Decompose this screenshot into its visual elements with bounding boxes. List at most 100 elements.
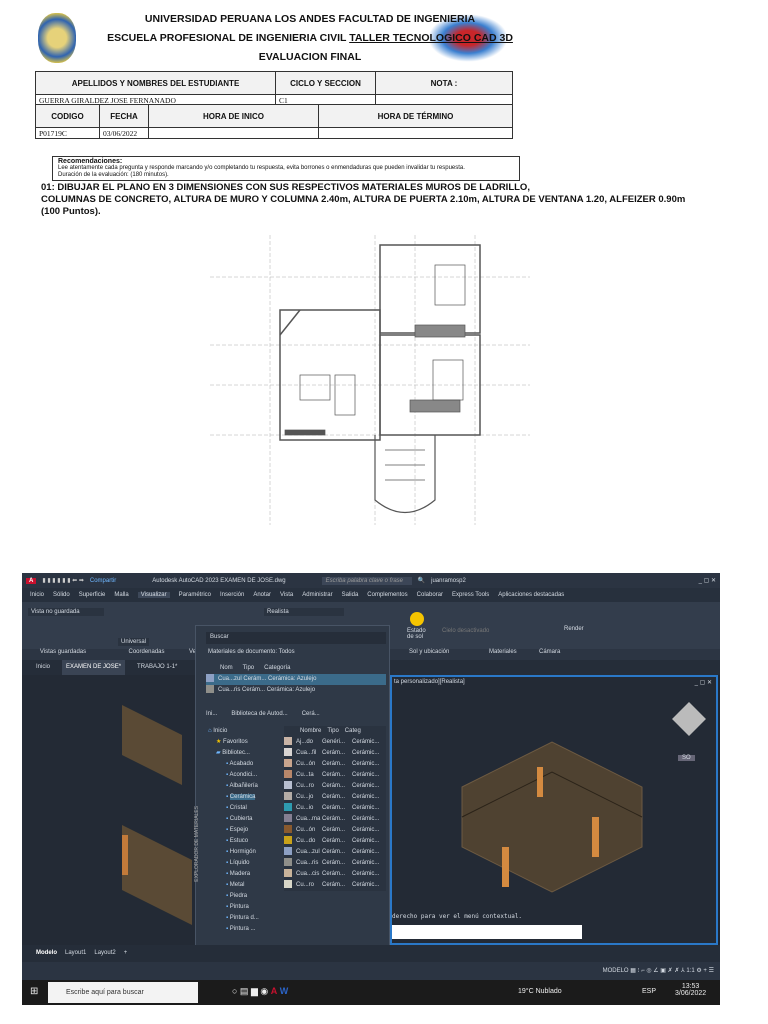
tree-item[interactable]: ⌂ Inicio <box>204 726 284 737</box>
ribbon-tab[interactable]: Vista <box>280 592 293 598</box>
tree-item[interactable]: ▪ Metal <box>204 880 284 891</box>
ribbon-tab[interactable]: Paramétrico <box>179 592 211 598</box>
col-header[interactable]: Nom <box>220 663 233 674</box>
doc-tab-exam[interactable]: EXAMEN DE JOSE* <box>62 660 126 675</box>
ribbon-tab[interactable]: Administrar <box>302 592 332 598</box>
library-material-row[interactable]: Cua...fil Cerám... Cerámic... <box>284 748 386 759</box>
material-search-input[interactable]: Buscar <box>206 632 386 644</box>
taskbar-app-icons[interactable]: ○ ▤ ▆ ◉ A W <box>232 986 288 997</box>
category-dropdown[interactable]: Cerá... <box>302 711 320 717</box>
tree-item[interactable]: ▪ Líquido <box>204 858 284 869</box>
sky-button[interactable]: Cielo desactivado <box>442 628 489 634</box>
share-button[interactable]: Compartir <box>90 578 116 584</box>
tree-item[interactable]: ▪ Hormigón <box>204 847 284 858</box>
tree-item[interactable]: ▰ Bibliotec... <box>204 748 284 759</box>
document-materials-filter[interactable]: Materiales de documento: Todos <box>208 649 295 655</box>
library-home-dropdown[interactable]: Ini... <box>206 711 217 717</box>
library-material-row[interactable]: Cua...ma Cerám... Cerámic... <box>284 814 386 825</box>
clock[interactable]: 13:53 3/06/2022 <box>675 983 706 997</box>
sun-icon[interactable] <box>410 612 424 626</box>
library-material-row[interactable]: Cua...ris Cerám... Cerámic... <box>284 858 386 869</box>
layout-tab-model[interactable]: Modelo <box>36 945 57 962</box>
library-material-row[interactable]: Cu...jo Cerám... Cerámic... <box>284 792 386 803</box>
weather-text[interactable]: 19°C Nublado <box>518 988 562 995</box>
col-header[interactable]: Tipo <box>327 726 338 737</box>
doc-material-row[interactable]: Cua...ris Cerám... Cerámica: Azulejo <box>206 685 386 696</box>
ribbon-tab[interactable]: Colaborar <box>417 592 443 598</box>
language-indicator[interactable]: ESP <box>642 988 656 995</box>
tree-item[interactable]: ▪ Pintura <box>204 902 284 913</box>
help-search-input[interactable]: Escriba palabra clave o frase <box>321 576 412 585</box>
library-material-row[interactable]: Cu...ro Cerám... Cerámic... <box>284 781 386 792</box>
sun-state-button[interactable]: Estado de sol <box>407 628 431 640</box>
library-material-row[interactable]: Cu...io Cerám... Cerámic... <box>284 803 386 814</box>
viewport-controls[interactable]: _ ▢ ✕ <box>695 679 712 686</box>
doc-tab-trabajo[interactable]: TRABAJO 1-1* <box>137 660 177 675</box>
ribbon-tab[interactable]: Superficie <box>79 592 106 598</box>
library-material-row[interactable]: Cua...zul Cerám... Cerámic... <box>284 847 386 858</box>
tree-item[interactable]: ▪ Piedra <box>204 891 284 902</box>
gear-icon[interactable]: ⚙ + ☰ <box>696 968 714 974</box>
user-account[interactable]: juanramosp2 <box>431 578 466 584</box>
taskbar-search-input[interactable]: Escribe aquí para buscar <box>48 982 198 1003</box>
library-material-row[interactable]: Cu...ón Cerám... Cerámic... <box>284 759 386 770</box>
ribbon-tab[interactable]: Salida <box>342 592 359 598</box>
library-dropdown[interactable]: Biblioteca de Autod... <box>231 711 287 717</box>
library-material-row[interactable]: Cua...cis Cerám... Cerámic... <box>284 869 386 880</box>
ribbon-tab[interactable]: Inserción <box>220 592 244 598</box>
tree-item[interactable]: ▪ Pintura d... <box>204 913 284 924</box>
status-toggles[interactable]: ▦ ⁝ ⌐ ◎ ∠ ▣ ✗ ✗ ⅄ <box>630 968 686 974</box>
ucs-dropdown[interactable]: Universal <box>118 638 150 646</box>
right-viewport[interactable]: ta personalizado][Realista] _ ▢ ✕ SO der… <box>390 675 718 945</box>
tree-item[interactable]: ▪ Cubierta <box>204 814 284 825</box>
ribbon-tab[interactable]: Aplicaciones destacadas <box>498 592 564 598</box>
windows-start-icon[interactable]: ⊞ <box>30 986 38 997</box>
library-material-row[interactable]: Cu...ón Cerám... Cerámic... <box>284 825 386 836</box>
tree-item[interactable]: ▪ Albañilería <box>204 781 284 792</box>
ribbon-tab[interactable]: Malla <box>114 592 128 598</box>
quick-access-toolbar[interactable]: ▮ ▮ ▮ ▮ ▮ ▮ ⬅ ➡ <box>42 577 84 584</box>
ribbon-tab[interactable]: Sólido <box>53 592 70 598</box>
col-header[interactable]: Categ <box>345 726 361 737</box>
visual-style-dropdown[interactable]: Realista <box>264 608 344 616</box>
tree-item[interactable]: ★ Favoritos <box>204 737 284 748</box>
tree-item[interactable]: ▪ Cristal <box>204 803 284 814</box>
layout-tab-2[interactable]: Layout2 <box>94 945 115 962</box>
window-controls[interactable]: _ ▢ ✕ <box>699 577 716 584</box>
col-header[interactable]: Categoría <box>264 663 290 674</box>
library-material-row[interactable]: Cu...ro Cerám... Cerámic... <box>284 880 386 891</box>
ribbon-tab[interactable]: Anotar <box>253 592 271 598</box>
doc-material-row[interactable]: Cua...zul Cerám... Cerámica: Azulejo <box>206 674 386 685</box>
view-cube-label[interactable]: SO <box>678 755 695 761</box>
ribbon-tab[interactable]: Complementos <box>367 592 407 598</box>
tree-item[interactable]: ▪ Madera <box>204 869 284 880</box>
ribbon-tab[interactable]: Express Tools <box>452 592 489 598</box>
annotation-scale[interactable]: 1:1 <box>686 968 694 974</box>
search-icon[interactable]: 🔍 <box>418 577 425 584</box>
tree-item[interactable]: ▪ Estuco <box>204 836 284 847</box>
left-viewport[interactable] <box>22 675 195 945</box>
autocad-logo-icon[interactable]: A <box>26 577 37 584</box>
library-material-row[interactable]: Aj...do Genéri... Cerámic... <box>284 737 386 748</box>
tree-item[interactable]: ▪ Acabado <box>204 759 284 770</box>
tree-item[interactable]: ▪ Acondici... <box>204 770 284 781</box>
panel-title[interactable]: Sol y ubicación <box>409 649 489 660</box>
material-browser-palette[interactable]: EXPLORADOR DE MATERIALES Buscar Material… <box>194 625 390 961</box>
ribbon-tab[interactable]: Visualizar <box>137 592 170 598</box>
col-header[interactable]: Nombre <box>300 726 321 737</box>
col-header[interactable]: Tipo <box>243 663 254 674</box>
saved-view-dropdown[interactable]: Vista no guardada <box>28 608 104 616</box>
viewport-label[interactable]: ta personalizado][Realista] <box>394 679 465 685</box>
ribbon-tab[interactable]: Inicio <box>30 592 44 598</box>
render-button[interactable]: Render <box>564 626 584 632</box>
view-cube[interactable] <box>672 702 706 736</box>
model-space-button[interactable]: MODELO <box>603 968 629 974</box>
doc-tab-start[interactable]: Inicio <box>36 660 50 675</box>
panel-title[interactable]: Materiales <box>489 649 539 660</box>
library-material-row[interactable]: Cu...ta Cerám... Cerámic... <box>284 770 386 781</box>
tree-item[interactable]: ▪ Cerámica <box>204 792 284 803</box>
tree-item[interactable]: ▪ Espejo <box>204 825 284 836</box>
add-layout-button[interactable]: + <box>124 945 128 962</box>
tree-item[interactable]: ▪ Pintura ... <box>204 924 284 935</box>
command-line-input[interactable] <box>392 925 582 939</box>
